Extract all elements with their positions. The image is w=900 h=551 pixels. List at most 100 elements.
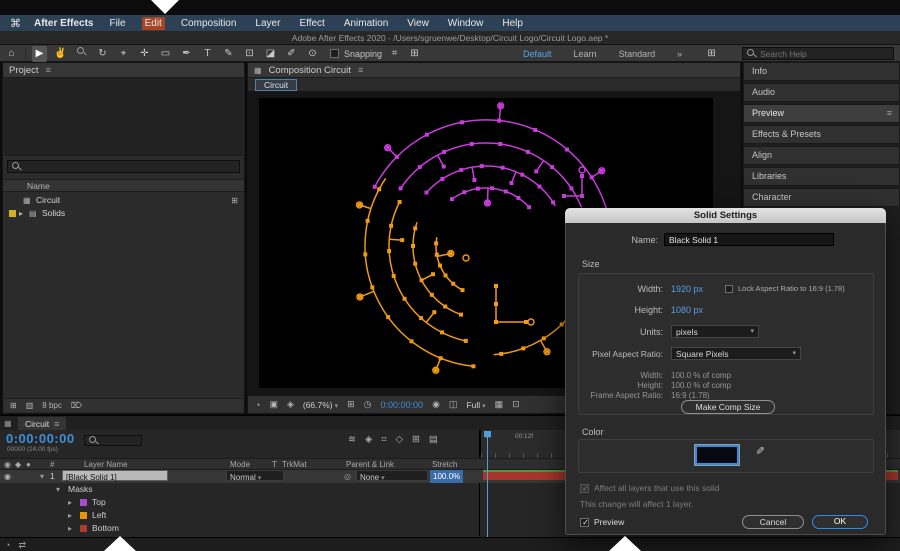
zoom-tool-icon[interactable]: [74, 46, 89, 62]
pen-tool-icon[interactable]: ✒: [179, 46, 194, 62]
panel-menu-icon[interactable]: ≡: [887, 105, 892, 122]
roto-brush-tool-icon[interactable]: ✐: [284, 46, 299, 62]
hide-shy-icon[interactable]: ⌗: [381, 434, 386, 445]
snapping-checkbox[interactable]: [330, 49, 339, 58]
expander-icon[interactable]: ▸: [19, 207, 23, 220]
color-depth-label[interactable]: 8 bpc: [42, 401, 62, 410]
column-layer-name[interactable]: Layer Name: [84, 459, 128, 470]
magnification-dropdown[interactable]: (66.7%): [303, 400, 338, 410]
composition-flowchart-icon[interactable]: ≋: [348, 434, 356, 445]
camera-tool-icon[interactable]: ⌖: [116, 46, 131, 62]
menu-item-composition[interactable]: Composition: [178, 17, 240, 30]
menu-item-animation[interactable]: Animation: [341, 17, 391, 30]
hand-tool-icon[interactable]: ✌: [53, 46, 68, 62]
help-search-input[interactable]: [760, 49, 889, 59]
pickwhip-icon[interactable]: ◎: [344, 470, 351, 483]
layer-name-field[interactable]: [Black Solid 1]: [62, 470, 168, 481]
viewer-tab-circuit[interactable]: Circuit: [255, 79, 297, 91]
transparency-grid-icon[interactable]: ◈: [287, 399, 294, 410]
column-parent-link[interactable]: Parent & Link: [346, 459, 394, 470]
panel-tab-character[interactable]: Character: [743, 188, 900, 207]
panel-tab-audio[interactable]: Audio: [743, 83, 900, 102]
eraser-tool-icon[interactable]: ◪: [263, 46, 278, 62]
shape-tool-icon[interactable]: ▭: [158, 46, 173, 62]
draft-3d-icon[interactable]: ◈: [365, 434, 372, 445]
layer-expander-icon[interactable]: ▾: [40, 470, 44, 483]
label-color-chip[interactable]: [9, 210, 16, 217]
preview-checkbox[interactable]: [580, 518, 589, 527]
menu-item-effect[interactable]: Effect: [296, 17, 327, 30]
channel-toggle-icon[interactable]: ◫: [449, 399, 458, 410]
mask-expander-icon[interactable]: ▸: [68, 509, 72, 522]
workspace-tab-default[interactable]: Default: [523, 49, 552, 59]
column-stretch[interactable]: Stretch: [432, 459, 457, 470]
eyedropper-icon[interactable]: ✎: [753, 446, 766, 455]
current-time-display[interactable]: 0:00:00:00: [6, 431, 75, 446]
panel-tab-align[interactable]: Align: [743, 146, 900, 165]
panel-tab-libraries[interactable]: Libraries: [743, 167, 900, 186]
preview-timecode[interactable]: 0:00:00:00: [381, 400, 424, 410]
composition-panel-header[interactable]: ▦ Composition Circuit ≡: [248, 63, 740, 78]
pan-behind-tool-icon[interactable]: ✛: [137, 46, 152, 62]
grid-guides-icon[interactable]: ⊞: [347, 399, 355, 410]
units-dropdown[interactable]: pixels: [671, 325, 759, 338]
rotate-tool-icon[interactable]: ↻: [95, 46, 110, 62]
toggle-switches-icon[interactable]: ◔: [5, 540, 10, 550]
fast-previews-icon[interactable]: ▦: [495, 399, 504, 410]
home-tool-icon[interactable]: ⌂: [4, 46, 19, 62]
type-tool-icon[interactable]: T: [200, 46, 215, 62]
menu-item-layer[interactable]: Layer: [252, 17, 283, 30]
lock-aspect-ratio-option[interactable]: Lock Aspect Ratio to 16:9 (1.78): [725, 284, 845, 293]
project-item-solids[interactable]: ▸ ▤ Solids: [3, 207, 244, 220]
apple-menu-icon[interactable]: ⌘: [10, 17, 21, 30]
panel-menu-icon[interactable]: ≡: [54, 419, 59, 429]
blend-mode-dropdown[interactable]: Normal: [226, 470, 284, 481]
column-t[interactable]: T: [272, 459, 277, 470]
transfer-controls-icon[interactable]: ⇄: [18, 540, 26, 551]
parent-dropdown[interactable]: None: [356, 470, 428, 481]
color-depth-icon[interactable]: ▥: [26, 401, 34, 410]
mask-color-chip[interactable]: [80, 512, 87, 519]
project-item-circuit[interactable]: ▦ Circuit ⊞: [3, 194, 244, 207]
solid-name-input[interactable]: [664, 233, 834, 246]
project-column-header[interactable]: Name: [3, 179, 244, 192]
panel-tab-info[interactable]: Info: [743, 62, 900, 81]
cancel-button[interactable]: Cancel: [742, 515, 804, 529]
menu-item-edit[interactable]: Edit: [142, 17, 165, 30]
timeline-search-input[interactable]: [102, 436, 137, 446]
project-search[interactable]: [7, 160, 240, 173]
column-number[interactable]: #: [50, 459, 54, 470]
lock-aspect-checkbox[interactable]: [725, 285, 733, 293]
trash-icon[interactable]: ⌦: [71, 401, 82, 410]
graph-editor-icon[interactable]: ▤: [429, 434, 438, 445]
menu-item-file[interactable]: File: [106, 17, 128, 30]
snap-option-icon-2[interactable]: ⊞: [407, 46, 422, 62]
snap-option-icon-1[interactable]: ⌗: [387, 46, 402, 62]
panel-menu-icon[interactable]: ≡: [358, 65, 363, 75]
always-preview-icon[interactable]: ◔: [255, 400, 260, 410]
dialog-title-bar[interactable]: Solid Settings: [565, 208, 886, 223]
masks-expander-icon[interactable]: ▾: [56, 483, 60, 496]
solid-color-swatch[interactable]: [695, 445, 739, 465]
ok-button[interactable]: OK: [812, 515, 868, 529]
help-search[interactable]: [742, 47, 894, 60]
mask-expander-icon[interactable]: ▸: [68, 522, 72, 535]
motion-blur-icon[interactable]: ⊞: [412, 434, 420, 445]
menu-item-help[interactable]: Help: [499, 17, 526, 30]
puppet-pin-tool-icon[interactable]: ⊙: [305, 46, 320, 62]
menu-item-view[interactable]: View: [404, 17, 432, 30]
selection-tool-icon[interactable]: ▶: [32, 46, 47, 62]
resolution-dropdown[interactable]: Full: [466, 400, 485, 410]
brush-tool-icon[interactable]: ✎: [221, 46, 236, 62]
app-menu[interactable]: After Effects: [34, 18, 93, 29]
layer-visibility-eye-icon[interactable]: ◉: [4, 470, 11, 483]
mask-color-chip[interactable]: [80, 499, 87, 506]
project-search-input[interactable]: [25, 162, 235, 172]
mask-expander-icon[interactable]: ▸: [68, 496, 72, 509]
timecode-icon[interactable]: ◷: [364, 399, 372, 410]
panel-tab-effects-presets[interactable]: Effects & Presets: [743, 125, 900, 144]
workspace-tab-standard[interactable]: Standard: [619, 49, 656, 59]
region-of-interest-icon[interactable]: ▣: [269, 399, 278, 410]
project-panel-header[interactable]: Project ≡: [3, 63, 244, 78]
panel-menu-icon[interactable]: ≡: [46, 65, 51, 75]
